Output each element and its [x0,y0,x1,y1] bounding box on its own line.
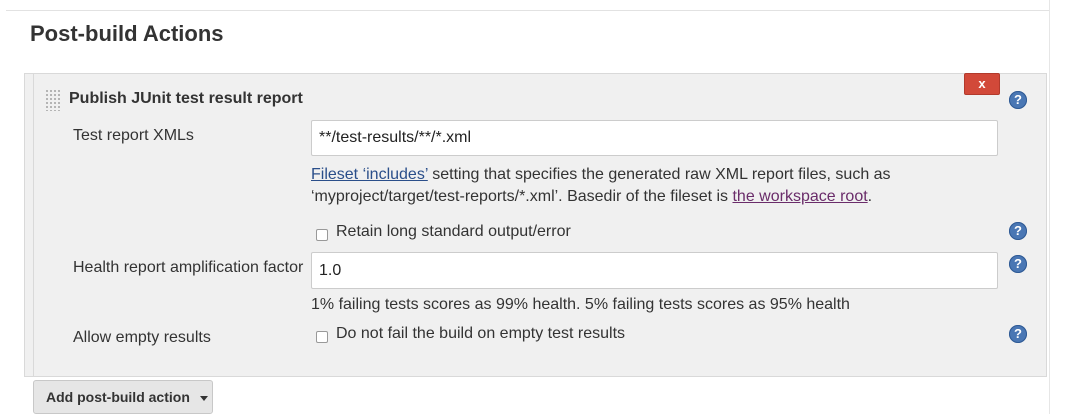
help-icon[interactable]: ? [1009,255,1027,273]
right-divider [1049,0,1050,414]
test-report-label: Test report XMLs [73,127,194,144]
allow-empty-checkbox-label: Do not fail the build on empty test resu… [336,325,626,342]
retain-output-label: Retain long standard output/error [336,223,571,240]
workspace-root-link[interactable]: the workspace root [732,188,867,205]
drag-handle-icon[interactable] [45,89,61,111]
fileset-includes-link[interactable]: Fileset ‘includes’ [311,166,428,183]
test-report-xmls-input[interactable] [311,120,998,156]
desc-text-2: ‘myproject/target/test-reports/*.xml’. B… [311,188,733,205]
section-title: Post-build Actions [30,21,224,46]
retain-output-checkbox[interactable] [316,229,328,241]
add-post-build-action-button[interactable]: Add post-build action [33,380,213,414]
panel-title: Publish JUnit test result report [69,90,303,107]
panel-inner-border [33,73,34,377]
test-report-description: Fileset ‘includes’ setting that specifie… [311,164,1001,208]
add-action-label: Add post-build action [46,389,190,405]
help-icon[interactable]: ? [1009,222,1027,240]
desc-text-1: setting that specifies the generated raw… [427,166,891,183]
help-icon[interactable]: ? [1009,91,1027,109]
desc-text-3: . [867,188,873,205]
allow-empty-checkbox[interactable] [316,331,328,343]
help-icon[interactable]: ? [1009,325,1027,343]
health-factor-input[interactable] [311,252,998,289]
health-factor-label: Health report amplification factor [73,259,304,276]
health-factor-description: 1% failing tests scores as 99% health. 5… [311,296,850,313]
allow-empty-label: Allow empty results [73,329,211,346]
top-divider [6,10,1050,11]
caret-down-icon [199,395,208,401]
delete-step-button[interactable]: x [964,73,1000,95]
